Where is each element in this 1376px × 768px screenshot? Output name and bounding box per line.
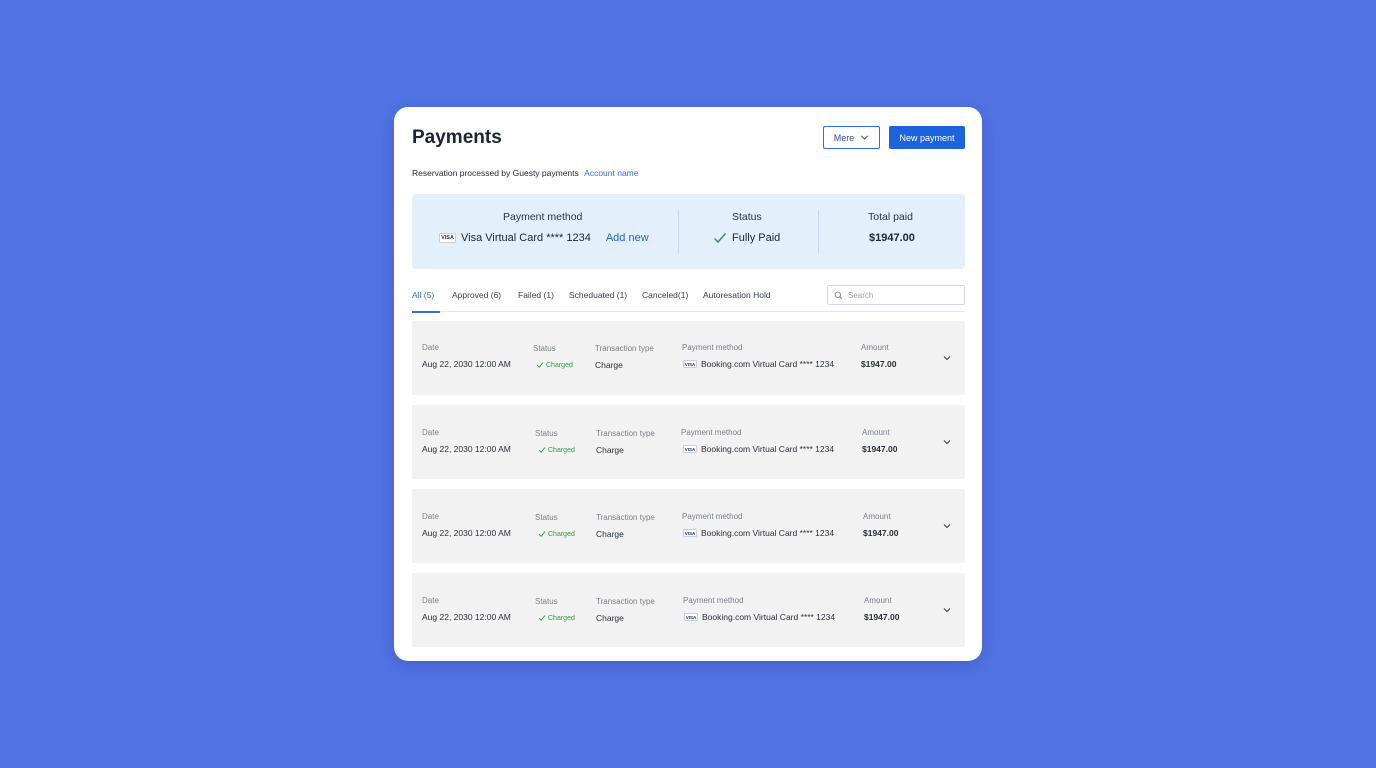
summary-payment-method-value-row: VISA Visa Virtual Card **** 1234 Add new <box>439 232 649 244</box>
tab-canceled[interactable]: Canceled(1) <box>642 290 688 300</box>
amount-label: Amount <box>862 428 890 437</box>
date-value: Aug 22, 2030 12:00 AM <box>422 612 511 622</box>
chevron-down-icon[interactable] <box>942 437 952 447</box>
add-new-payment-method-link[interactable]: Add new <box>606 232 649 244</box>
status-value: Charged <box>548 614 575 622</box>
payment-method-value: Booking.com Virtual Card **** 1234 <box>701 528 835 538</box>
transaction-type-label: Transaction type <box>595 344 654 353</box>
page-title: Payments <box>412 127 502 148</box>
status-label: Status <box>535 597 558 606</box>
status-label: Status <box>535 429 558 438</box>
visa-card-icon: VISA <box>683 529 697 537</box>
status-value: Charged <box>546 361 573 369</box>
summary-total: Total paid $1947.00 <box>819 194 965 269</box>
processed-by-text: Reservation processed by Guesty payments <box>412 168 579 178</box>
payment-row[interactable]: Date Aug 22, 2030 12:00 AM Status Charge… <box>412 321 965 395</box>
date-label: Date <box>422 343 439 352</box>
summary-status-value-row: Fully Paid <box>713 232 780 244</box>
transaction-type-value: Charge <box>596 613 624 623</box>
summary-status-label: Status <box>732 211 762 223</box>
date-value: Aug 22, 2030 12:00 AM <box>422 359 511 369</box>
amount-label: Amount <box>861 343 889 352</box>
status-badge: Charged <box>536 361 573 369</box>
status-label: Status <box>535 513 558 522</box>
transaction-type-value: Charge <box>596 445 624 455</box>
status-label: Status <box>533 344 556 353</box>
check-icon <box>538 531 546 538</box>
chevron-down-icon[interactable] <box>942 521 952 531</box>
date-label: Date <box>422 596 439 605</box>
new-payment-button[interactable]: New payment <box>889 126 965 149</box>
summary-total-value: $1947.00 <box>869 232 915 244</box>
chevron-down-icon[interactable] <box>942 353 952 363</box>
active-tab-indicator <box>412 311 440 313</box>
tab-failed[interactable]: Failed (1) <box>518 290 554 300</box>
chevron-down-icon[interactable] <box>942 605 952 615</box>
more-button[interactable]: Mere <box>823 126 880 149</box>
payment-method-label: Payment method <box>682 343 743 352</box>
amount-value: $1947.00 <box>861 359 897 369</box>
status-badge: Charged <box>538 446 575 454</box>
check-icon <box>538 615 546 622</box>
status-value: Charged <box>548 530 575 538</box>
visa-card-icon: VISA <box>684 613 698 621</box>
search-icon <box>834 291 843 299</box>
payment-method-value-row: VISA Booking.com Virtual Card **** 1234 <box>683 528 834 538</box>
date-label: Date <box>422 512 439 521</box>
tab-authorization-hold[interactable]: Autoresation Hold <box>703 290 771 300</box>
visa-card-icon: VISA <box>683 445 697 453</box>
summary-payment-method-value: Visa Virtual Card **** 1234 <box>461 232 591 244</box>
account-name-link[interactable]: Account name <box>584 168 638 178</box>
transaction-type-label: Transaction type <box>596 513 655 522</box>
search-box[interactable] <box>827 285 965 305</box>
date-value: Aug 22, 2030 12:00 AM <box>422 528 511 538</box>
amount-label: Amount <box>864 596 892 605</box>
payment-method-label: Payment method <box>683 596 744 605</box>
payment-method-value: Booking.com Virtual Card **** 1234 <box>701 359 835 369</box>
summary-total-value-row: $1947.00 <box>869 232 915 244</box>
payment-row[interactable]: Date Aug 22, 2030 12:00 AM Status Charge… <box>412 489 965 563</box>
check-icon <box>536 362 544 369</box>
status-badge: Charged <box>538 614 575 622</box>
visa-card-icon: VISA <box>439 233 456 243</box>
summary-status-value: Fully Paid <box>732 232 781 244</box>
date-label: Date <box>422 428 439 437</box>
check-icon <box>713 233 727 244</box>
payment-method-label: Payment method <box>682 512 743 521</box>
transaction-type-value: Charge <box>596 529 624 539</box>
status-value: Charged <box>548 446 575 454</box>
payment-method-value: Booking.com Virtual Card **** 1234 <box>701 444 835 454</box>
payment-method-value: Booking.com Virtual Card **** 1234 <box>702 612 836 622</box>
payment-method-value-row: VISA Booking.com Virtual Card **** 1234 <box>683 359 834 369</box>
transaction-type-value: Charge <box>595 360 623 370</box>
payment-row[interactable]: Date Aug 22, 2030 12:00 AM Status Charge… <box>412 573 965 647</box>
payment-method-label: Payment method <box>681 428 742 437</box>
processed-by-line: Reservation processed by Guesty payments… <box>412 168 639 178</box>
payments-card: Payments Mere New payment Reservation pr… <box>394 107 982 661</box>
summary-payment-method-label: Payment method <box>503 211 583 223</box>
amount-value: $1947.00 <box>862 444 898 454</box>
chevron-down-icon <box>861 135 869 140</box>
amount-value: $1947.00 <box>863 528 899 538</box>
amount-label: Amount <box>863 512 891 521</box>
payment-method-value-row: VISA Booking.com Virtual Card **** 1234 <box>683 444 834 454</box>
tab-approved[interactable]: Approved (6) <box>452 290 501 300</box>
transaction-type-label: Transaction type <box>596 597 655 606</box>
summary-payment-method: Payment method VISA Visa Virtual Card **… <box>412 194 678 269</box>
summary-status: Status Fully Paid <box>679 194 818 269</box>
transaction-type-label: Transaction type <box>596 429 655 438</box>
amount-value: $1947.00 <box>864 612 900 622</box>
payment-summary: Payment method VISA Visa Virtual Card **… <box>412 194 965 269</box>
summary-total-label: Total paid <box>868 211 913 223</box>
visa-card-icon: VISA <box>683 360 697 368</box>
payment-row[interactable]: Date Aug 22, 2030 12:00 AM Status Charge… <box>412 405 965 479</box>
more-button-label: Mere <box>833 132 855 143</box>
status-badge: Charged <box>538 530 575 538</box>
date-value: Aug 22, 2030 12:00 AM <box>422 444 511 454</box>
search-input[interactable] <box>848 290 958 300</box>
payment-method-value-row: VISA Booking.com Virtual Card **** 1234 <box>684 612 835 622</box>
tab-all[interactable]: All (5) <box>412 290 434 300</box>
tab-scheduled[interactable]: Scheduated (1) <box>569 290 627 300</box>
check-icon <box>538 447 546 454</box>
